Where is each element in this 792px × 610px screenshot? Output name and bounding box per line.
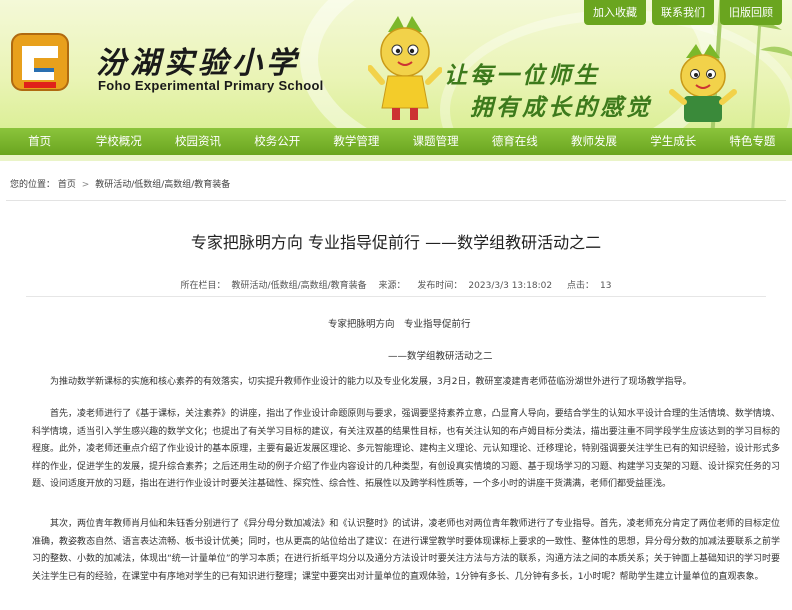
article-paragraph: 首先，凌老师进行了《基于课标，关注素养》的讲座，指出了作业设计命题原则与要求，强… [32,409,780,489]
nav-item-school-overview[interactable]: 学校概况 [79,128,158,155]
article-panel: 专家把脉明方向 专业指导促前行 ——数学组教研活动之二 所在栏目： 教研活动/低数… [6,200,786,610]
mascot-corn-girl-icon [368,16,442,120]
breadcrumb-separator: > [81,180,90,190]
nav-item-moral-education[interactable]: 德育在线 [475,128,554,155]
meta-source-label: 来源： [378,281,406,291]
meta-time-label: 发布时间： [417,281,463,291]
article-title: 专家把脉明方向 专业指导促前行 ——数学组教研活动之二 [190,233,602,252]
nav-item-campus-news[interactable]: 校园资讯 [158,128,237,155]
add-favorite-link[interactable]: 加入收藏 [584,0,646,25]
nav-item-student-growth[interactable]: 学生成长 [634,128,713,155]
meta-clicks-label: 点击： [567,281,595,291]
slogan-line-2: 拥有成长的感觉 [470,94,652,121]
contact-us-link[interactable]: 联系我们 [652,0,714,25]
top-links: 加入收藏 联系我们 旧版回顾 [584,0,782,25]
article-meta: 所在栏目： 教研活动/低数组/高数组/教育装备 来源： 发布时间： 2023/3/3… [6,278,786,291]
meta-time-value: 2023/3/3 13:18:02 [468,281,553,291]
school-name-en: Foho Experimental Primary School [98,78,324,93]
school-name-cn: 汾湖实验小学 [96,46,300,81]
header-banner: 汾湖实验小学 Foho Experimental Primary School … [0,0,792,128]
meta-column-value[interactable]: 教研活动/低数组/高数组/教育装备 [232,281,367,291]
article-paragraph: 其次，两位青年教师肖月仙和朱钰香分别进行了《异分母分数加减法》和《认识整时》的试… [32,519,780,582]
main-nav: 首页 学校概况 校园资讯 校务公开 教学管理 课题管理 德育在线 教师发展 学生… [0,128,792,155]
article-subtitle-line-2: ——数学组教研活动之二 [388,351,493,362]
nav-item-affairs-public[interactable]: 校务公开 [238,128,317,155]
meta-clicks-value: 13 [600,281,612,291]
breadcrumb-item-category[interactable]: 教研活动/低数组/高数组/教育装备 [95,180,230,190]
nav-item-teacher-development[interactable]: 教师发展 [554,128,633,155]
nav-item-special-topics[interactable]: 特色专题 [713,128,792,155]
meta-column-label: 所在栏目： [180,281,226,291]
school-logo-icon[interactable] [6,24,78,96]
nav-item-research-management[interactable]: 课题管理 [396,128,475,155]
breadcrumb-item-home[interactable]: 首页 [58,180,76,190]
meta-divider [26,296,766,297]
old-version-link[interactable]: 旧版回顾 [720,0,782,25]
breadcrumb: 您的位置： 首页 > 教研活动/低数组/高数组/教育装备 [10,177,230,190]
mascot-corn-boy-icon [669,44,737,122]
nav-item-teaching-management[interactable]: 教学管理 [317,128,396,155]
article-subtitle-line-1: 专家把脉明方向 专业指导促前行 [328,319,471,330]
article-paragraph: 为推动数学新课标的实施和核心素养的有效落实，切实提升教师作业设计的能力以及专业化… [50,377,692,387]
slogan-line-1: 让每一位师生 [444,62,600,89]
nav-item-home[interactable]: 首页 [0,128,79,155]
nav-subbar [0,155,792,161]
breadcrumb-prefix: 您的位置： [10,180,56,190]
